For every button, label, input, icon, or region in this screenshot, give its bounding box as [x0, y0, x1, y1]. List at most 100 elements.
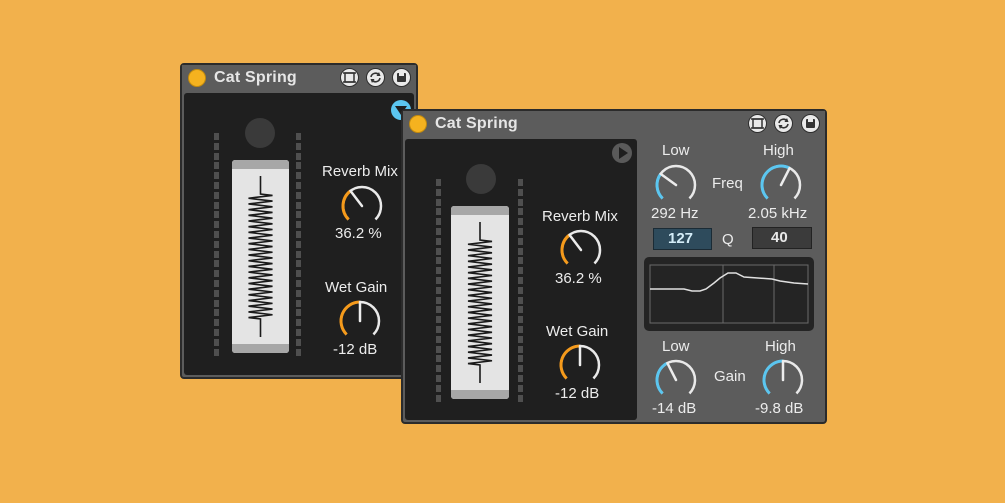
meter-segment	[296, 133, 301, 140]
gain-high-knob[interactable]	[760, 357, 806, 403]
gain-low-label: Low	[662, 338, 690, 355]
wet-gain-value: -12 dB	[555, 385, 600, 402]
input-disc	[245, 118, 275, 148]
reverb-mix-label: Reverb Mix	[322, 163, 398, 180]
meter-segment	[518, 198, 523, 206]
small-device-titlebar: Cat Spring	[182, 65, 416, 91]
meter-segment	[296, 309, 301, 317]
meter-segment	[296, 260, 301, 268]
device-title: Cat Spring	[435, 115, 518, 132]
spring-bottom-cap	[232, 344, 289, 353]
meter-segment	[518, 355, 523, 363]
meter-segment	[296, 152, 301, 160]
meter-segment	[436, 326, 441, 333]
meter-segment	[436, 277, 441, 284]
meter-segment	[296, 142, 301, 150]
meter-segment	[296, 348, 301, 356]
meter-segment	[214, 152, 219, 160]
minimize-icon[interactable]	[340, 68, 359, 87]
power-button[interactable]	[409, 115, 427, 133]
meter-segment	[296, 182, 301, 189]
gain-label: Gain	[714, 368, 746, 385]
meter-segment	[214, 260, 219, 268]
gain-low-knob[interactable]	[653, 357, 699, 403]
wet-gain-knob[interactable]	[557, 342, 603, 388]
refresh-icon[interactable]	[774, 114, 793, 133]
minimize-icon[interactable]	[748, 114, 767, 133]
meter-segment	[436, 296, 441, 304]
large-device-titlebar: Cat Spring	[403, 111, 825, 137]
meter-segment	[296, 289, 301, 297]
meter-segment	[518, 316, 523, 324]
meter-segment	[214, 270, 219, 278]
meter-segment	[436, 345, 441, 353]
meter-segment	[214, 309, 219, 317]
meter-segment	[214, 133, 219, 140]
reverb-mix-knob[interactable]	[339, 183, 385, 229]
meter-segment	[296, 162, 301, 170]
meter-segment	[214, 338, 219, 346]
eq-curve-display	[644, 257, 814, 331]
save-icon[interactable]	[801, 114, 820, 133]
meter-segment	[214, 201, 219, 209]
meter-segment	[214, 240, 219, 248]
meter-segment	[214, 221, 219, 229]
meter-segment	[296, 338, 301, 346]
save-icon[interactable]	[392, 68, 411, 87]
spring-coil	[248, 176, 273, 337]
reverb-mix-value: 36.2 %	[335, 225, 382, 242]
wet-gain-value: -12 dB	[333, 341, 378, 358]
power-button[interactable]	[188, 69, 206, 87]
freq-high-label: High	[763, 142, 794, 159]
freq-high-knob[interactable]	[758, 162, 804, 208]
freq-low-value: 292 Hz	[651, 205, 699, 222]
meter-segment	[436, 375, 441, 382]
small-device: Cat Spring Reverb Mix 36.2 % Wet Gain -1…	[180, 63, 418, 379]
meter-segment	[436, 218, 441, 226]
meter-segment	[214, 191, 219, 199]
spring-visual	[451, 206, 509, 399]
triangle-right-icon[interactable]	[611, 142, 633, 164]
meter-segment	[214, 250, 219, 258]
wet-gain-label: Wet Gain	[325, 279, 388, 296]
meter-segment	[518, 228, 523, 235]
meter-segment	[518, 257, 523, 265]
q-low-number-box[interactable]: 127	[653, 228, 712, 250]
meter-segment	[436, 208, 441, 216]
input-disc	[466, 164, 496, 194]
meter-segment	[518, 306, 523, 314]
meter-segment	[214, 289, 219, 297]
meter-segment	[518, 237, 523, 245]
meter-segment	[436, 306, 441, 314]
q-high-number-box[interactable]: 40	[752, 227, 812, 249]
meter-segment	[518, 384, 523, 392]
meter-segment	[214, 172, 219, 180]
refresh-icon[interactable]	[366, 68, 385, 87]
meter-segment	[214, 319, 219, 327]
reverb-mix-knob[interactable]	[558, 227, 604, 273]
meter-segment	[518, 277, 523, 284]
meter-segment	[436, 355, 441, 363]
meter-segment	[436, 365, 441, 373]
meter-segment	[518, 267, 523, 275]
reverb-mix-value: 36.2 %	[555, 270, 602, 287]
meter-segment	[296, 221, 301, 229]
spring-visual	[232, 160, 289, 353]
meter-segment	[518, 218, 523, 226]
wet-gain-knob[interactable]	[337, 298, 383, 344]
gain-low-value: -14 dB	[652, 400, 697, 417]
meter-segment	[214, 211, 219, 219]
meter-segment	[518, 365, 523, 373]
meter-segment	[214, 142, 219, 150]
meter-segment	[518, 296, 523, 304]
meter-segment	[214, 348, 219, 356]
meter-segment	[214, 182, 219, 189]
meter-segment	[296, 250, 301, 258]
freq-high-value: 2.05 kHz	[748, 205, 808, 222]
meter-segment	[436, 335, 441, 343]
meter-segment	[214, 299, 219, 307]
meter-segment	[296, 211, 301, 219]
meter-segment	[296, 319, 301, 327]
meter-segment	[518, 335, 523, 343]
freq-low-knob[interactable]	[653, 162, 699, 208]
